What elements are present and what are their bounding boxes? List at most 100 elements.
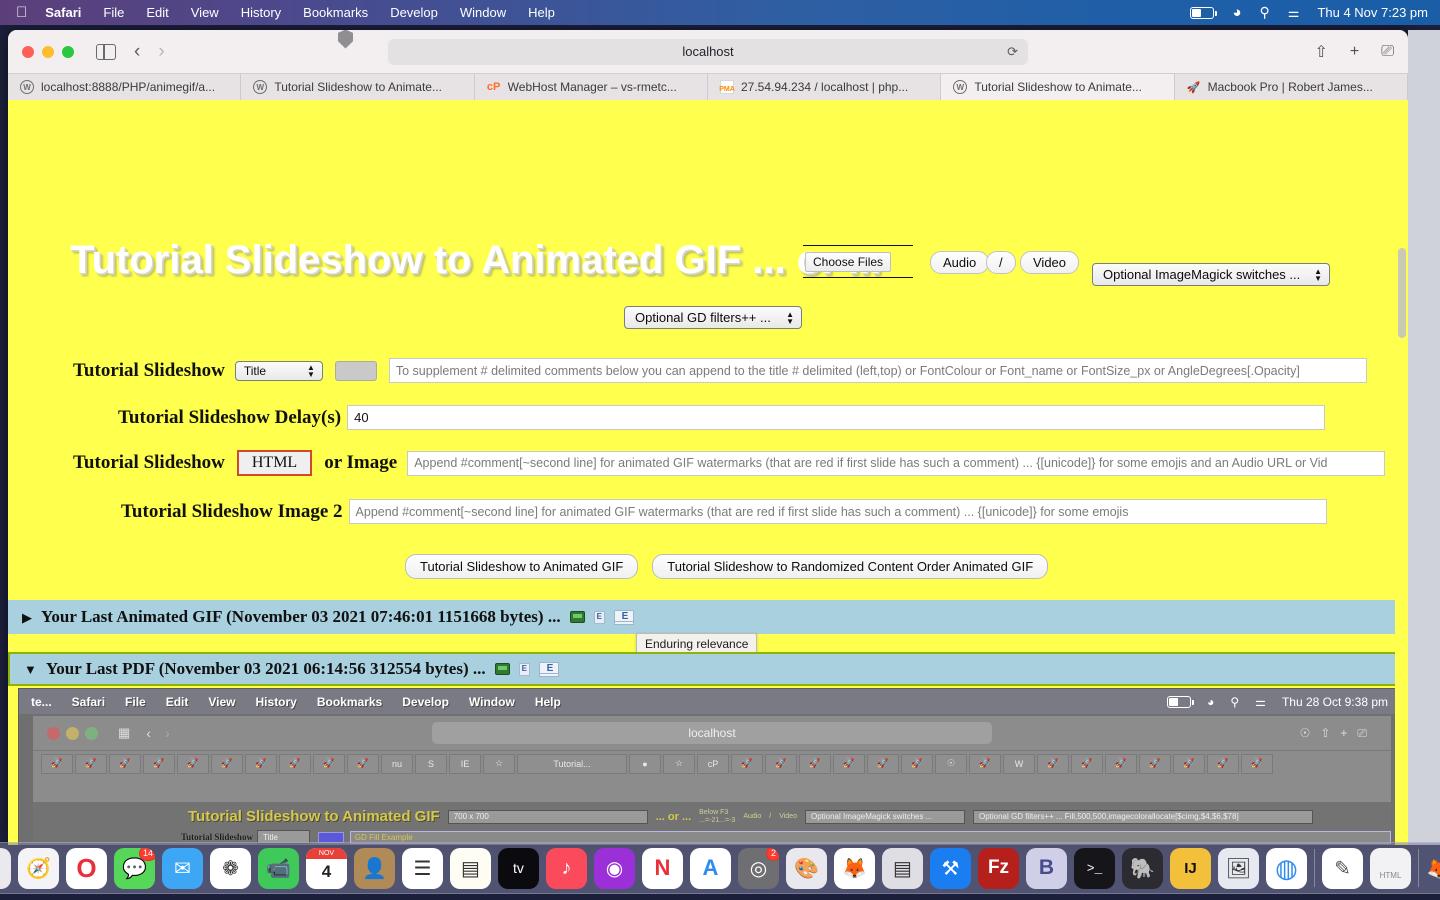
dock-icon-preview[interactable]: 🖼 <box>1218 847 1259 889</box>
pdf-preview-tab: 🚀 <box>313 753 345 774</box>
sidebar-toggle-icon[interactable] <box>96 43 116 60</box>
chevron-updown-icon: ▲ ▼ <box>786 309 794 326</box>
page-scrollbar[interactable] <box>1395 100 1408 845</box>
menu-item-view[interactable]: View <box>191 5 219 20</box>
dock-icon-photos[interactable]: ❁ <box>210 847 251 889</box>
last-animated-gif-disclosure[interactable]: ▶ Your Last Animated GIF (November 03 20… <box>8 600 1408 634</box>
audio-button[interactable]: Audio <box>930 251 990 274</box>
wifi-icon[interactable]: ◕ <box>1232 4 1241 21</box>
page-scrollbar-thumb[interactable] <box>1398 248 1406 338</box>
dock-icon-filezilla[interactable]: Fz <box>978 847 1019 889</box>
file-input[interactable]: Choose Files <box>803 245 913 278</box>
dock-icon-opera[interactable]: O <box>66 847 107 889</box>
menu-item-history[interactable]: History <box>241 5 281 20</box>
delay-input[interactable]: 40 <box>347 405 1326 430</box>
disclosure-triangle-down-icon[interactable]: ▼ <box>24 663 37 676</box>
dock-icon-intellij[interactable]: IJ <box>1170 847 1211 889</box>
battery-icon[interactable] <box>1190 6 1218 19</box>
email-icon[interactable] <box>613 609 634 625</box>
menu-item-develop[interactable]: Develop <box>390 5 438 20</box>
menu-item-window[interactable]: Window <box>460 5 506 20</box>
dock-icon-simulator[interactable]: ▤ <box>882 847 923 889</box>
last-pdf-disclosure[interactable]: ▼ Your Last PDF (November 03 2021 06:14:… <box>8 652 1408 686</box>
browser-tab-4[interactable]: PMA 27.54.94.234 / localhost | php... <box>707 74 942 100</box>
forward-button-icon[interactable]: › <box>158 41 164 63</box>
dock-icon-chrome[interactable]: ◍ <box>1266 847 1307 889</box>
minimize-window-button[interactable] <box>42 45 54 58</box>
show-all-tabs-icon[interactable]: ⎚ <box>1381 43 1394 61</box>
dock-icon-glyph: 🖼 <box>1225 857 1252 880</box>
pdf-preview-tab: 🚀 <box>833 753 865 774</box>
dock-icon-firefox-doc[interactable]: 🦊 <box>1426 855 1440 881</box>
dock-icon-launchpad[interactable]: ⠿ <box>0 847 11 889</box>
imagemagick-switches-select[interactable]: Optional ImageMagick switches ... ▲ ▼ <box>1092 263 1330 286</box>
browser-tab-3[interactable]: cP WebHost Manager – vs-rmetc... <box>474 74 708 100</box>
privacy-shield-icon[interactable] <box>338 30 353 49</box>
pdf-preview-size-select: 700 x 700 <box>447 809 648 824</box>
dock-icon-system-preferences[interactable]: ◎ 2 <box>738 847 779 889</box>
dock-icon-music[interactable]: ♪ <box>546 847 587 889</box>
gd-filters-select[interactable]: Optional GD filters++ ... ▲ ▼ <box>624 306 802 329</box>
dock-icon-app-store[interactable]: A <box>690 847 731 889</box>
menu-bar-clock[interactable]: Thu 4 Nov 7:23 pm <box>1317 5 1428 20</box>
title-type-select[interactable]: Title ▲ ▼ <box>234 360 323 381</box>
email-icon[interactable] <box>538 661 559 677</box>
dock-icon-mamp[interactable]: 🐘 <box>1122 847 1163 889</box>
dock-icon-firefox[interactable]: 🦊 <box>834 847 875 889</box>
dock-icon-xcode[interactable]: ⚒ <box>930 847 971 889</box>
desktop-right-chrome <box>1408 30 1440 845</box>
maximize-window-button[interactable] <box>62 45 74 58</box>
choose-files-button[interactable]: Choose Files <box>805 252 892 272</box>
dock-icon-calendar[interactable]: NOV 4 <box>306 847 347 889</box>
slideshow-randomized-gif-button[interactable]: Tutorial Slideshow to Randomized Content… <box>652 554 1049 579</box>
dock-icon-contacts[interactable]: 👤 <box>354 847 395 889</box>
dock-icon-messages[interactable]: 💬 14 <box>114 847 155 889</box>
dock-icon-notes[interactable]: ▤ <box>450 847 491 889</box>
reload-icon[interactable]: ⟳ <box>1007 44 1018 60</box>
monitor-icon[interactable] <box>494 663 510 675</box>
slideshow-to-gif-button[interactable]: Tutorial Slideshow to Animated GIF <box>405 554 639 579</box>
menu-item-edit[interactable]: Edit <box>146 5 168 20</box>
browser-tab-5-active[interactable]: W Tutorial Slideshow to Animate... <box>941 74 1175 100</box>
dock-icon-textedit[interactable]: ✎ <box>1322 847 1363 889</box>
back-button-icon[interactable]: ‹ <box>134 41 140 63</box>
html-toggle-button[interactable]: HTML <box>236 450 313 476</box>
title-supplement-input[interactable]: To supplement # delimited comments below… <box>388 358 1367 383</box>
browser-tab-2[interactable]: W Tutorial Slideshow to Animate... <box>241 74 475 100</box>
dock-icon-safari[interactable]: 🧭 <box>18 847 59 889</box>
video-button[interactable]: Video <box>1020 251 1080 274</box>
menu-item-safari[interactable]: Safari <box>45 5 81 20</box>
text-file-icon[interactable] <box>593 610 605 624</box>
menu-item-bookmarks[interactable]: Bookmarks <box>303 5 368 20</box>
colour-swatch[interactable] <box>334 360 377 381</box>
menu-item-help[interactable]: Help <box>528 5 555 20</box>
window-traffic-lights[interactable] <box>22 45 74 58</box>
menu-item-file[interactable]: File <box>103 5 124 20</box>
dock-icon-facetime[interactable]: 📹 <box>258 847 299 889</box>
image-comment-input[interactable]: Append #comment[~second line] for animat… <box>407 450 1386 476</box>
dock-icon-terminal[interactable]: >_ <box>1074 847 1115 889</box>
dock-icon-paint[interactable]: 🎨 <box>786 847 827 889</box>
pdf-preview-embed[interactable]: te... Safari File Edit View History Book… <box>18 688 1403 845</box>
pdf-preview-colour-swatch <box>318 831 344 843</box>
dock-icon-mail[interactable]: ✉ <box>162 847 203 889</box>
dock-icon-news[interactable]: N <box>642 847 683 889</box>
browser-tab-1[interactable]: W localhost:8888/PHP/animegif/a... <box>8 74 242 100</box>
spotlight-search-icon[interactable]: ⚲ <box>1260 4 1270 21</box>
dock-icon-reminders[interactable]: ☰ <box>402 847 443 889</box>
dock-icon-podcasts[interactable]: ◉ <box>594 847 635 889</box>
disclosure-triangle-right-icon[interactable]: ▶ <box>22 611 32 624</box>
apple-logo-icon[interactable]:  <box>16 5 27 20</box>
image-2-comment-input[interactable]: Append #comment[~second line] for animat… <box>348 499 1327 524</box>
close-window-button[interactable] <box>22 45 34 58</box>
new-tab-icon[interactable]: + <box>1350 43 1359 61</box>
share-icon[interactable]: ⇧ <box>1314 42 1327 62</box>
browser-tab-6[interactable]: 🚀 Macbook Pro | Robert James... <box>1174 74 1408 100</box>
control-center-icon[interactable]: ⚌ <box>1288 5 1300 21</box>
text-file-icon[interactable] <box>518 662 530 676</box>
dock-icon-bbedit[interactable]: B <box>1026 847 1067 889</box>
address-bar[interactable]: localhost ⟳ <box>388 38 1028 65</box>
dock-icon-apple-tv[interactable]: tv <box>498 847 539 889</box>
dock-icon-html-document[interactable]: HTML <box>1370 847 1411 889</box>
monitor-icon[interactable] <box>569 611 585 623</box>
